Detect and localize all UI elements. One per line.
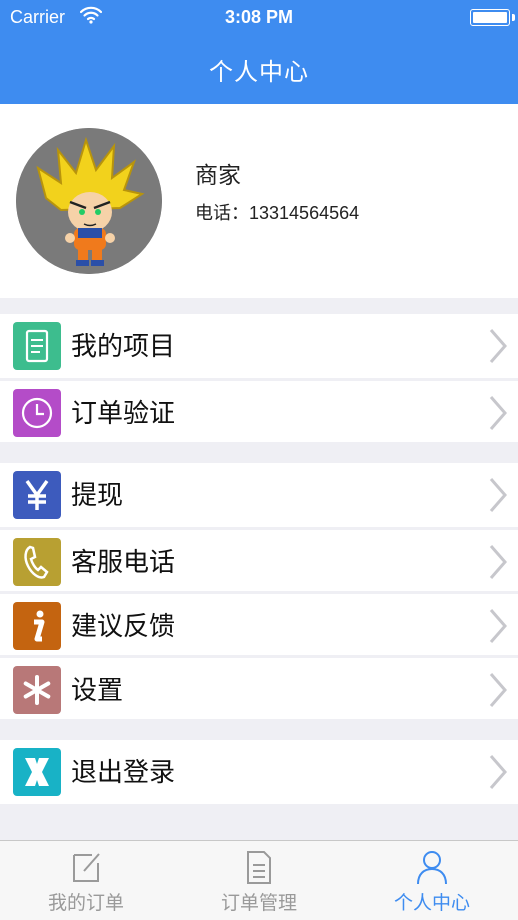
status-time: 3:08 PM [224, 7, 294, 27]
menu-item-label: 设置 [71, 675, 124, 705]
menu-item-logout[interactable]: 退出登录 [0, 740, 518, 804]
menu-group-2: 提现 客服电话 建议反馈 设置 [0, 463, 518, 719]
menu-item-withdraw[interactable]: 提现 [0, 463, 518, 527]
battery-icon [470, 9, 510, 26]
clock-icon [13, 389, 61, 437]
tab-my-orders[interactable]: 我的订单 [0, 841, 172, 920]
page-title: 个人中心 [209, 59, 309, 86]
menu-item-label: 退出登录 [71, 757, 176, 787]
person-icon [417, 851, 447, 885]
menu-item-feedback[interactable]: 建议反馈 [0, 591, 518, 655]
tab-bar: 我的订单 订单管理 个人中心 [0, 840, 518, 920]
menu-item-label: 我的项目 [71, 331, 176, 361]
battery-nub [512, 14, 515, 21]
chevron-right-icon [489, 673, 507, 707]
info-icon [13, 602, 61, 650]
edit-icon [73, 853, 100, 882]
avatar[interactable] [16, 128, 162, 274]
asterisk-icon [13, 666, 61, 714]
menu-item-label: 建议反馈 [71, 611, 176, 641]
chevron-right-icon [489, 609, 507, 643]
chevron-right-icon [489, 755, 507, 789]
menu-item-label: 订单验证 [71, 398, 176, 428]
chevron-right-icon [489, 396, 507, 430]
menu-item-label: 客服电话 [71, 547, 176, 577]
chevron-right-icon [489, 329, 507, 363]
logout-x-icon [13, 748, 61, 796]
status-bar: Carrier 3:08 PM [0, 0, 518, 34]
menu-item-order-verify[interactable]: 订单验证 [0, 378, 518, 442]
tab-label: 个人中心 [393, 893, 470, 914]
profile-card[interactable]: 商家 电话：13314564564 [0, 104, 518, 298]
phone-icon [13, 538, 61, 586]
tab-label: 我的订单 [47, 893, 124, 914]
header: Carrier 3:08 PM 个人中心 [0, 0, 518, 104]
avatar-image [16, 128, 162, 274]
document-icon [13, 322, 61, 370]
chevron-right-icon [489, 478, 507, 512]
menu-item-label: 提现 [71, 480, 124, 510]
menu-item-my-projects[interactable]: 我的项目 [0, 314, 518, 378]
tab-personal-center[interactable]: 个人中心 [346, 841, 518, 920]
yen-icon [13, 471, 61, 519]
tab-label: 订单管理 [220, 893, 297, 914]
tab-order-management[interactable]: 订单管理 [173, 841, 345, 920]
chevron-right-icon [489, 545, 507, 579]
profile-phone: 电话：13314564564 [195, 203, 360, 223]
menu-group-3: 退出登录 [0, 740, 518, 804]
profile-name: 商家 [195, 162, 241, 188]
list-document-icon [247, 851, 271, 884]
menu-item-customer-service[interactable]: 客服电话 [0, 527, 518, 591]
menu-item-settings[interactable]: 设置 [0, 655, 518, 719]
menu-group-1: 我的项目 订单验证 [0, 314, 518, 442]
